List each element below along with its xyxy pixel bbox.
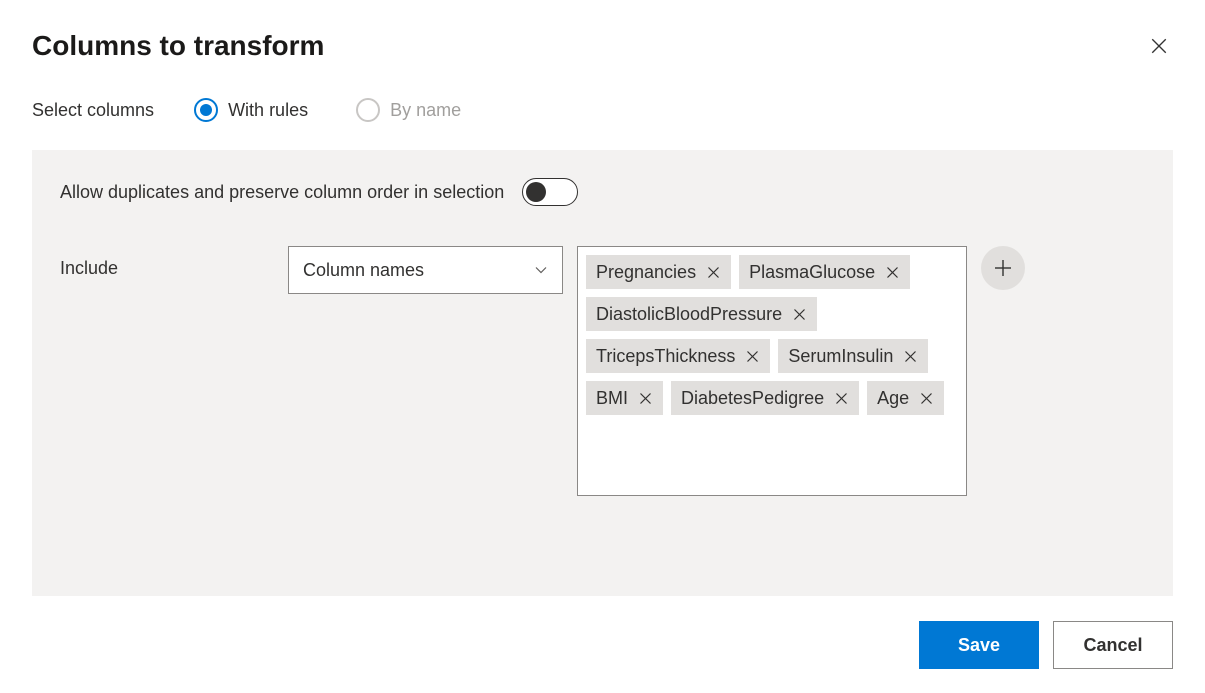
selection-radio-group: With rules By name <box>194 98 461 122</box>
include-row: Include Column names Pregnancies PlasmaGl… <box>60 246 1145 496</box>
dialog-footer: Save Cancel <box>919 621 1173 669</box>
radio-label-with-rules: With rules <box>228 100 308 121</box>
close-icon <box>707 266 720 279</box>
radio-label-by-name: By name <box>390 100 461 121</box>
tag-label: Age <box>877 388 909 409</box>
dialog-title: Columns to transform <box>32 30 324 62</box>
column-tag: Pregnancies <box>586 255 731 289</box>
include-label: Include <box>60 246 288 279</box>
tag-remove-button[interactable] <box>745 349 760 364</box>
tag-remove-button[interactable] <box>638 391 653 406</box>
cancel-button[interactable]: Cancel <box>1053 621 1173 669</box>
close-icon <box>886 266 899 279</box>
tag-label: SerumInsulin <box>788 346 893 367</box>
close-icon <box>1150 37 1168 55</box>
column-tag: Age <box>867 381 944 415</box>
radio-icon <box>356 98 380 122</box>
allow-duplicates-label: Allow duplicates and preserve column ord… <box>60 182 504 203</box>
allow-duplicates-row: Allow duplicates and preserve column ord… <box>60 178 1145 206</box>
column-tags-box[interactable]: Pregnancies PlasmaGlucose DiastolicBloodPr… <box>577 246 967 496</box>
add-rule-button[interactable] <box>981 246 1025 290</box>
radio-by-name[interactable]: By name <box>356 98 461 122</box>
close-icon <box>746 350 759 363</box>
tag-remove-button[interactable] <box>885 265 900 280</box>
toggle-thumb <box>526 182 546 202</box>
selection-mode-row: Select columns With rules By name <box>32 98 1173 122</box>
column-tag: DiastolicBloodPressure <box>586 297 817 331</box>
tag-label: DiabetesPedigree <box>681 388 824 409</box>
tag-label: Pregnancies <box>596 262 696 283</box>
tag-label: PlasmaGlucose <box>749 262 875 283</box>
radio-with-rules[interactable]: With rules <box>194 98 308 122</box>
close-icon <box>920 392 933 405</box>
tag-label: DiastolicBloodPressure <box>596 304 782 325</box>
tag-label: TricepsThickness <box>596 346 735 367</box>
allow-duplicates-toggle[interactable] <box>522 178 578 206</box>
plus-icon <box>993 258 1013 278</box>
column-tag: PlasmaGlucose <box>739 255 910 289</box>
tag-remove-button[interactable] <box>919 391 934 406</box>
tag-remove-button[interactable] <box>792 307 807 322</box>
tag-remove-button[interactable] <box>706 265 721 280</box>
column-tag: DiabetesPedigree <box>671 381 859 415</box>
close-icon <box>835 392 848 405</box>
chevron-down-icon <box>534 263 548 277</box>
close-button[interactable] <box>1145 32 1173 60</box>
dialog-header: Columns to transform <box>32 30 1173 62</box>
close-icon <box>793 308 806 321</box>
column-tag: SerumInsulin <box>778 339 928 373</box>
save-button[interactable]: Save <box>919 621 1039 669</box>
tag-remove-button[interactable] <box>834 391 849 406</box>
tag-label: BMI <box>596 388 628 409</box>
dropdown-value: Column names <box>303 260 424 281</box>
include-type-dropdown[interactable]: Column names <box>288 246 563 294</box>
config-panel: Allow duplicates and preserve column ord… <box>32 150 1173 596</box>
select-columns-label: Select columns <box>32 100 154 121</box>
close-icon <box>904 350 917 363</box>
column-tag: TricepsThickness <box>586 339 770 373</box>
tag-remove-button[interactable] <box>903 349 918 364</box>
close-icon <box>639 392 652 405</box>
column-tag: BMI <box>586 381 663 415</box>
radio-icon <box>194 98 218 122</box>
